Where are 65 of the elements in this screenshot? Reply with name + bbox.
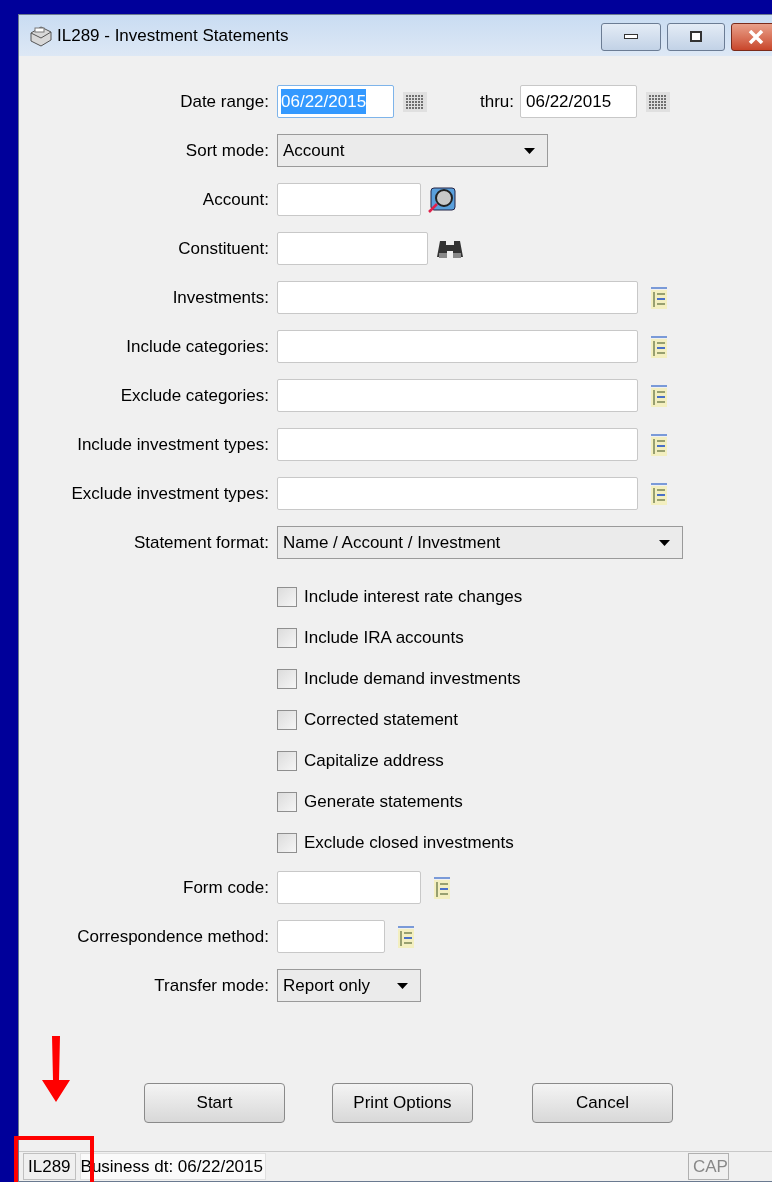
field-label: Exclude categories:: [119, 384, 270, 407]
field-label: thru:: [480, 90, 515, 113]
input-field[interactable]: [277, 330, 638, 363]
maximize-button[interactable]: [667, 22, 725, 51]
input-field[interactable]: [277, 379, 638, 412]
checkbox-label: Capitalize address: [304, 749, 444, 772]
checkbox[interactable]: [277, 750, 297, 771]
list-icon[interactable]: [650, 482, 668, 505]
list-icon[interactable]: [650, 335, 668, 358]
checkbox[interactable]: [277, 627, 297, 648]
checkbox-label: Generate statements: [304, 790, 463, 813]
status-code: IL289: [23, 1152, 76, 1181]
caret-icon: [524, 147, 535, 154]
date-field[interactable]: 06/22/2015: [520, 85, 638, 118]
input-field[interactable]: [277, 871, 421, 904]
checkbox[interactable]: [277, 668, 297, 689]
field-label: Exclude investment types:: [70, 482, 270, 505]
checkbox-label: Include IRA accounts: [304, 626, 464, 649]
input-field[interactable]: [277, 232, 428, 265]
list-icon[interactable]: [397, 925, 415, 948]
list-icon[interactable]: [650, 433, 668, 456]
field-label: Account:: [201, 188, 270, 211]
field-label: Include categories:: [125, 335, 270, 358]
input-field[interactable]: [277, 428, 638, 461]
field-label: Transfer mode:: [153, 974, 270, 997]
field-label: Investments:: [171, 286, 270, 309]
input-field[interactable]: [277, 183, 421, 216]
field-label: Statement format:: [132, 531, 270, 554]
checkbox[interactable]: [277, 832, 297, 853]
magnifier-icon[interactable]: [427, 185, 457, 214]
caret-icon: [397, 982, 408, 989]
calendar-icon[interactable]: [645, 90, 672, 113]
field-label: Date range:: [179, 90, 270, 113]
checkbox-label: Include demand investments: [304, 667, 521, 690]
field-label: Correspondence method:: [76, 925, 270, 948]
checkbox-label: Corrected statement: [304, 708, 458, 731]
dropdown[interactable]: Report only: [277, 969, 421, 1002]
dropdown[interactable]: Name / Account / Investment: [277, 526, 683, 559]
checkbox-label: Exclude closed investments: [304, 831, 514, 854]
action-button[interactable]: Start: [144, 1083, 285, 1123]
field-label: Constituent:: [177, 237, 270, 260]
checkbox[interactable]: [277, 791, 297, 812]
caret-icon: [659, 539, 670, 546]
checkbox[interactable]: [277, 709, 297, 730]
arrow-drawing: [40, 1036, 72, 1104]
window-title: IL289 - Investment Statements: [57, 24, 289, 47]
input-field[interactable]: [277, 920, 385, 953]
printer-icon: [27, 24, 53, 47]
checkbox-label: Include interest rate changes: [304, 585, 523, 608]
list-icon[interactable]: [433, 876, 451, 899]
action-button[interactable]: Print Options: [332, 1083, 473, 1123]
dropdown[interactable]: Account: [277, 134, 548, 167]
action-button[interactable]: Cancel: [532, 1083, 673, 1123]
field-label: Include investment types:: [76, 433, 270, 456]
list-icon[interactable]: [650, 384, 668, 407]
caps-indicator: CAP: [687, 1152, 729, 1181]
field-label: Sort mode:: [184, 139, 270, 162]
field-label: Form code:: [182, 876, 270, 899]
checkbox[interactable]: [277, 586, 297, 607]
input-field[interactable]: [277, 477, 638, 510]
list-icon[interactable]: [650, 286, 668, 309]
input-field[interactable]: [277, 281, 638, 314]
close-icon: [748, 29, 764, 44]
calendar-icon[interactable]: [402, 90, 428, 113]
minimize-button[interactable]: [601, 22, 661, 51]
